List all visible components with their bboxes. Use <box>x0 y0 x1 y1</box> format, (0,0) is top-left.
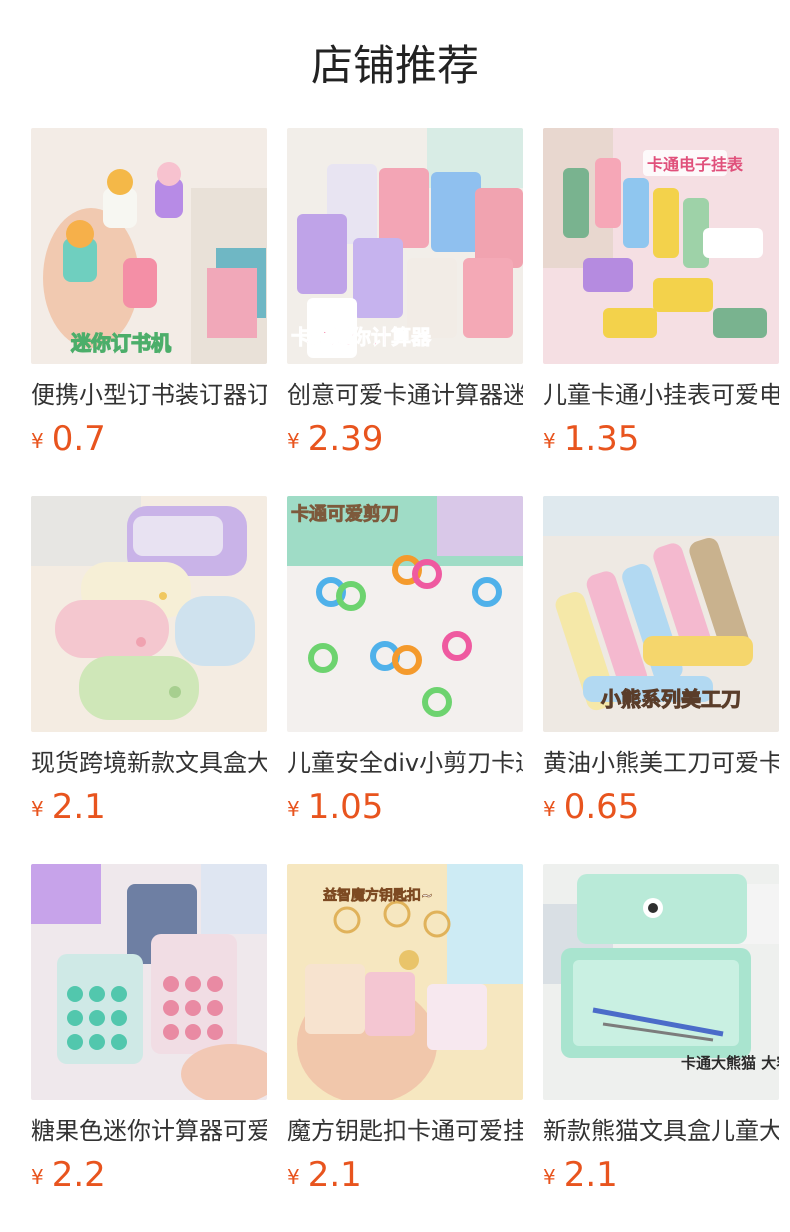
product-image[interactable] <box>31 864 267 1100</box>
product-image[interactable] <box>31 496 267 732</box>
product-name[interactable]: 魔方钥匙扣卡通可爱挂件 <box>287 1114 523 1148</box>
price-amount: 2.1 <box>307 1155 362 1195</box>
product-name[interactable]: 新款熊猫文具盒儿童大容量 <box>543 1114 779 1148</box>
product-price: ¥1.35 <box>543 418 779 460</box>
product-price: ¥0.65 <box>543 786 779 828</box>
price-amount: 2.1 <box>563 1155 618 1195</box>
product-card[interactable]: 卡通电子挂表 儿童卡通小挂表可爱电子表 ¥1.35 <box>543 128 779 460</box>
product-card[interactable]: 现货跨境新款文具盒大容量 ¥2.1 <box>31 496 267 828</box>
product-card[interactable]: 糖果色迷你计算器可爱便携 ¥2.2 <box>31 864 267 1196</box>
section-title: 店铺推荐 <box>310 41 479 90</box>
product-name[interactable]: 儿童安全div小剪刀卡通 <box>287 746 523 780</box>
image-caption: 卡通迷你计算器 <box>291 325 432 349</box>
product-name[interactable]: 黄油小熊美工刀可爱卡通 <box>543 746 779 780</box>
shop-recommendation-page: 店铺推荐 迷你订书机 便携小型订书装订器订书机 ¥0.7 <box>0 0 790 1232</box>
price-amount: 1.35 <box>563 419 640 459</box>
product-image[interactable]: 卡通迷你计算器 <box>287 128 523 364</box>
currency-symbol: ¥ <box>543 429 556 453</box>
price-amount: 2.39 <box>307 419 384 459</box>
product-image[interactable]: 益智魔方钥匙扣~ <box>287 864 523 1100</box>
product-card[interactable]: 卡通大熊猫 大容量笔盒 新款熊猫文具盒儿童大容量 ¥2.1 <box>543 864 779 1196</box>
price-amount: 0.65 <box>563 787 640 827</box>
product-image[interactable]: 卡通可爱剪刀 <box>287 496 523 732</box>
product-price: ¥0.7 <box>31 418 267 460</box>
image-caption: 益智魔方钥匙扣~ <box>323 887 433 904</box>
product-name[interactable]: 儿童卡通小挂表可爱电子表 <box>543 378 779 412</box>
product-card[interactable]: 卡通迷你计算器 创意可爱卡通计算器迷你 ¥2.39 <box>287 128 523 460</box>
product-price: ¥2.1 <box>287 1154 523 1196</box>
image-caption: 小熊系列美工刀 <box>601 687 741 711</box>
product-name[interactable]: 便携小型订书装订器订书机 <box>31 378 267 412</box>
price-amount: 1.05 <box>307 787 384 827</box>
product-card[interactable]: 卡通可爱剪刀 儿童安全div小剪刀卡通 ¥1.05 <box>287 496 523 828</box>
image-caption: 迷你订书机 <box>70 331 171 355</box>
currency-symbol: ¥ <box>31 797 44 821</box>
product-name[interactable]: 糖果色迷你计算器可爱便携 <box>31 1114 267 1148</box>
product-name[interactable]: 创意可爱卡通计算器迷你 <box>287 378 523 412</box>
product-image[interactable]: 小熊系列美工刀 <box>543 496 779 732</box>
price-amount: 2.2 <box>51 1155 106 1195</box>
product-price: ¥2.2 <box>31 1154 267 1196</box>
currency-symbol: ¥ <box>31 429 44 453</box>
price-amount: 0.7 <box>51 419 106 459</box>
image-caption: 卡通大熊猫 大容量笔盒 <box>681 1054 779 1072</box>
product-price: ¥2.1 <box>543 1154 779 1196</box>
product-price: ¥2.39 <box>287 418 523 460</box>
product-card[interactable]: 迷你订书机 便携小型订书装订器订书机 ¥0.7 <box>31 128 267 460</box>
price-amount: 2.1 <box>51 787 106 827</box>
product-card[interactable]: 小熊系列美工刀 黄油小熊美工刀可爱卡通 ¥0.65 <box>543 496 779 828</box>
currency-symbol: ¥ <box>543 1165 556 1189</box>
currency-symbol: ¥ <box>287 429 300 453</box>
currency-symbol: ¥ <box>287 1165 300 1189</box>
currency-symbol: ¥ <box>543 797 556 821</box>
product-image[interactable]: 卡通电子挂表 <box>543 128 779 364</box>
image-caption: 卡通可爱剪刀 <box>291 503 399 525</box>
product-image[interactable]: 迷你订书机 <box>31 128 267 364</box>
product-name[interactable]: 现货跨境新款文具盒大容量 <box>31 746 267 780</box>
image-caption: 卡通电子挂表 <box>647 155 744 174</box>
currency-symbol: ¥ <box>287 797 300 821</box>
product-card[interactable]: 益智魔方钥匙扣~ 魔方钥匙扣卡通可爱挂件 ¥2.1 <box>287 864 523 1196</box>
product-price: ¥2.1 <box>31 786 267 828</box>
currency-symbol: ¥ <box>31 1165 44 1189</box>
product-price: ¥1.05 <box>287 786 523 828</box>
product-image[interactable]: 卡通大熊猫 大容量笔盒 <box>543 864 779 1100</box>
